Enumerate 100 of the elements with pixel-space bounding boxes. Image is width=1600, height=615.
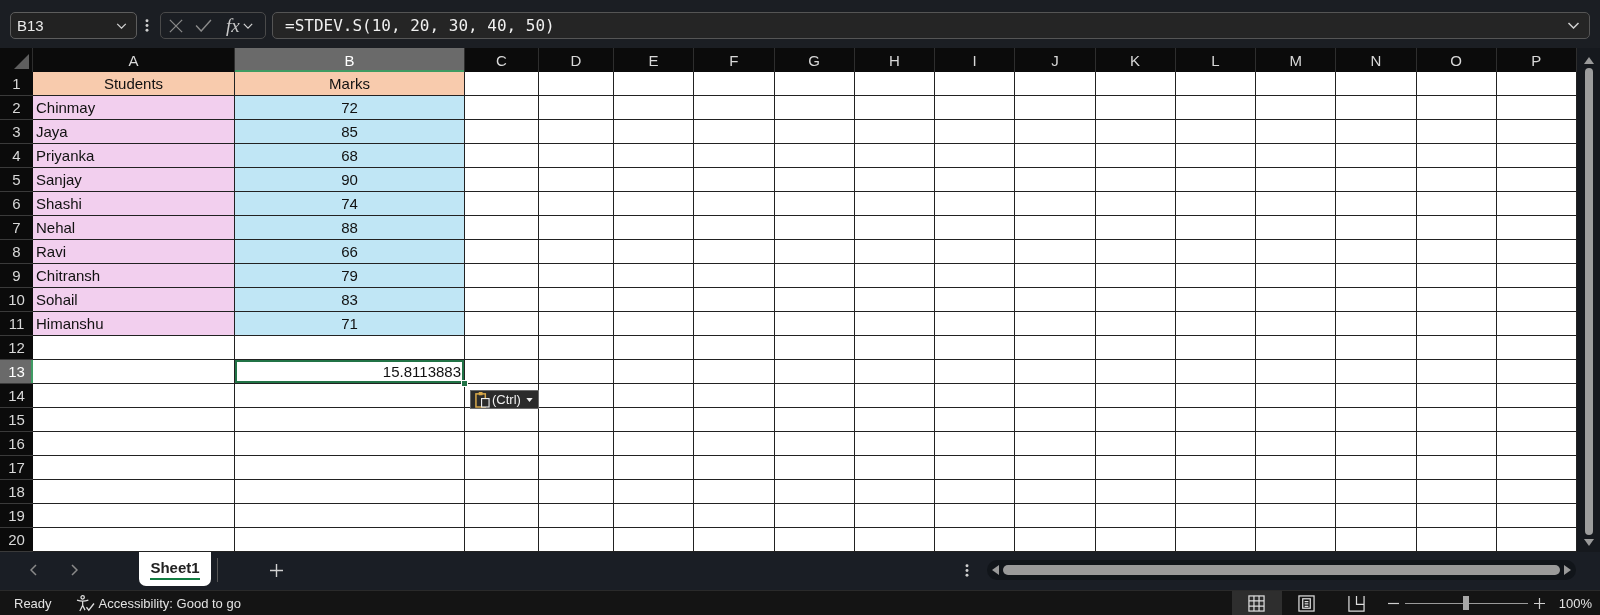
table-cell[interactable] (1015, 408, 1096, 432)
table-cell[interactable] (1496, 360, 1577, 384)
table-cell[interactable] (1175, 480, 1256, 504)
table-cell[interactable] (1175, 96, 1256, 120)
fill-handle[interactable] (461, 380, 468, 387)
table-cell[interactable] (854, 96, 935, 120)
table-cell[interactable] (774, 168, 855, 192)
table-cell[interactable] (1336, 240, 1417, 264)
table-cell[interactable] (1175, 408, 1256, 432)
table-cell[interactable] (1095, 312, 1176, 336)
table-cell[interactable] (854, 264, 935, 288)
table-cell[interactable] (1416, 240, 1497, 264)
table-cell[interactable] (1496, 192, 1577, 216)
table-cell[interactable]: Students (33, 72, 235, 96)
table-cell[interactable] (694, 408, 775, 432)
table-cell[interactable] (539, 72, 614, 96)
table-cell[interactable] (465, 504, 539, 528)
table-cell[interactable] (935, 432, 1016, 456)
table-cell[interactable] (1336, 168, 1417, 192)
table-cell[interactable] (774, 480, 855, 504)
table-cell[interactable] (774, 456, 855, 480)
table-cell[interactable] (774, 144, 855, 168)
table-cell[interactable] (1256, 240, 1337, 264)
table-cell[interactable] (935, 120, 1016, 144)
table-cell[interactable] (774, 408, 855, 432)
table-cell[interactable] (854, 456, 935, 480)
table-cell[interactable] (1015, 264, 1096, 288)
table-cell[interactable] (1416, 408, 1497, 432)
table-cell[interactable] (465, 432, 539, 456)
table-cell[interactable] (1175, 528, 1256, 552)
table-cell[interactable] (539, 192, 614, 216)
table-cell[interactable] (539, 216, 614, 240)
row-header[interactable]: 5 (0, 168, 33, 192)
table-cell[interactable] (1336, 528, 1417, 552)
table-cell[interactable] (539, 264, 614, 288)
table-cell[interactable] (854, 336, 935, 360)
table-cell[interactable] (854, 408, 935, 432)
row-header[interactable]: 7 (0, 216, 33, 240)
table-cell[interactable] (465, 144, 539, 168)
table-cell[interactable] (1015, 96, 1096, 120)
table-cell[interactable] (1336, 480, 1417, 504)
table-cell[interactable] (33, 336, 235, 360)
table-cell[interactable] (935, 480, 1016, 504)
table-cell[interactable] (1015, 168, 1096, 192)
table-cell[interactable] (1256, 528, 1337, 552)
table-cell[interactable] (694, 240, 775, 264)
table-cell[interactable] (1015, 360, 1096, 384)
row-header[interactable]: 3 (0, 120, 33, 144)
row-header[interactable]: 4 (0, 144, 33, 168)
table-cell[interactable] (1175, 144, 1256, 168)
table-cell[interactable] (1416, 312, 1497, 336)
table-cell[interactable] (694, 312, 775, 336)
table-cell[interactable] (1095, 456, 1176, 480)
table-cell[interactable]: Chitransh (33, 264, 235, 288)
table-cell[interactable] (1496, 120, 1577, 144)
table-cell[interactable] (694, 96, 775, 120)
table-cell[interactable] (1175, 120, 1256, 144)
table-cell[interactable] (614, 144, 695, 168)
table-cell[interactable] (1095, 360, 1176, 384)
table-cell[interactable] (614, 480, 695, 504)
table-cell[interactable] (774, 504, 855, 528)
table-cell[interactable] (694, 168, 775, 192)
slider-thumb[interactable] (1463, 596, 1470, 610)
table-cell[interactable] (1015, 312, 1096, 336)
table-cell[interactable] (1496, 432, 1577, 456)
table-cell[interactable] (465, 168, 539, 192)
table-cell[interactable]: 68 (235, 144, 465, 168)
table-cell[interactable] (614, 432, 695, 456)
table-cell[interactable] (1175, 240, 1256, 264)
table-cell[interactable] (1336, 384, 1417, 408)
table-cell[interactable] (935, 264, 1016, 288)
table-cell[interactable] (854, 312, 935, 336)
table-cell[interactable] (465, 360, 539, 384)
table-cell[interactable] (1496, 288, 1577, 312)
scrollbar-thumb[interactable] (1584, 68, 1593, 535)
chevron-left-icon[interactable] (30, 564, 37, 576)
table-cell[interactable] (1015, 216, 1096, 240)
column-header[interactable]: J (1015, 48, 1096, 72)
table-cell[interactable] (539, 288, 614, 312)
table-cell[interactable] (1175, 384, 1256, 408)
table-cell[interactable] (465, 240, 539, 264)
table-cell[interactable] (1336, 96, 1417, 120)
table-cell[interactable] (1175, 432, 1256, 456)
table-cell[interactable] (1336, 312, 1417, 336)
table-cell[interactable] (1416, 216, 1497, 240)
table-cell[interactable] (935, 456, 1016, 480)
table-cell[interactable] (1416, 360, 1497, 384)
table-cell[interactable] (539, 312, 614, 336)
table-cell[interactable] (1015, 480, 1096, 504)
table-cell[interactable] (235, 408, 465, 432)
table-cell[interactable] (614, 216, 695, 240)
table-cell[interactable] (1496, 168, 1577, 192)
table-cell[interactable] (694, 216, 775, 240)
table-cell[interactable] (465, 336, 539, 360)
table-cell[interactable] (935, 360, 1016, 384)
table-cell[interactable] (235, 504, 465, 528)
table-cell[interactable] (1416, 168, 1497, 192)
column-header[interactable]: E (614, 48, 695, 72)
table-cell[interactable] (1496, 480, 1577, 504)
view-button[interactable] (1231, 591, 1282, 615)
